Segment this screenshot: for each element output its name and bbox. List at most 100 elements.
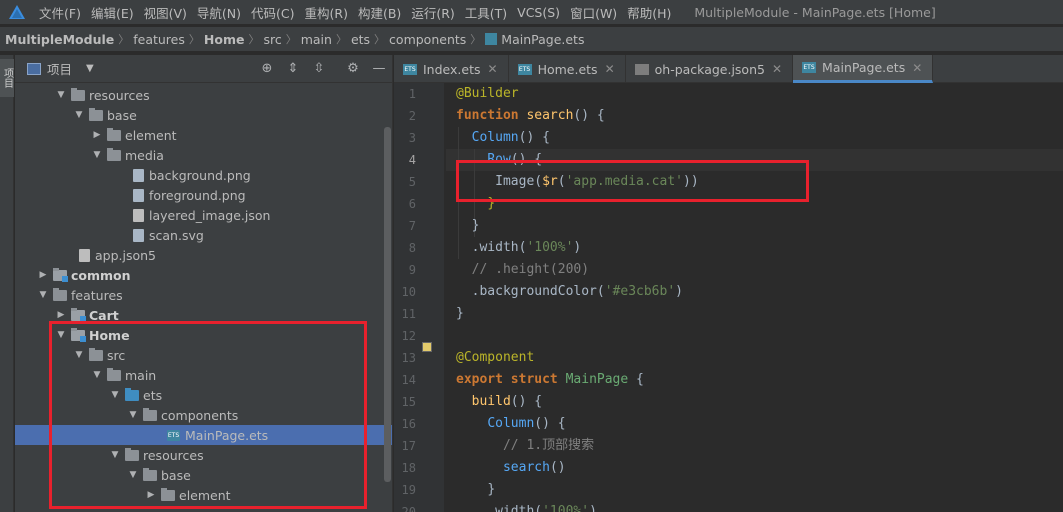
line-number: 9 [408, 263, 416, 277]
tab-label: oh-package.json5 [654, 61, 765, 77]
breadcrumb-item[interactable]: MultipleModule [5, 32, 114, 47]
chevron-down-icon[interactable]: ▼ [73, 110, 85, 120]
json-file-icon [133, 208, 144, 222]
project-panel-title[interactable]: 项目 [47, 59, 72, 78]
chevron-right-icon[interactable]: ▶ [55, 310, 67, 320]
ets-file-icon: ETS [802, 62, 817, 73]
tree-item-media[interactable]: ▼ media [15, 145, 392, 165]
breadcrumb-item[interactable]: features [133, 32, 185, 47]
line-number: 2 [408, 109, 416, 123]
menu-navigate[interactable]: 导航(N) [192, 3, 246, 22]
chevron-down-icon[interactable]: ▼ [91, 150, 103, 160]
tree-item-features[interactable]: ▼ features [15, 285, 392, 305]
tree-item-foreground-png[interactable]: foreground.png [15, 185, 392, 205]
code-editor: ETS Index.ets ✕ ETS Home.ets ✕ oh-packag… [394, 55, 1063, 512]
code-line-20: .width('100%') [487, 504, 597, 512]
tree-item-label: app.json5 [95, 247, 157, 263]
close-icon[interactable]: ✕ [488, 62, 498, 76]
close-icon[interactable]: ✕ [912, 61, 922, 75]
close-icon[interactable]: ✕ [605, 62, 615, 76]
breadcrumb-item[interactable]: ets [351, 32, 370, 47]
tab-label: Index.ets [423, 61, 481, 77]
line-number: 4 [408, 153, 416, 167]
ets-file-icon [485, 33, 498, 45]
folder-icon [107, 147, 121, 161]
tab-label: MainPage.ets [822, 60, 906, 75]
tree-item-label: background.png [149, 167, 251, 183]
chevron-down-icon[interactable]: ▼ [55, 90, 67, 100]
chevron-down-icon[interactable]: ▼ [86, 63, 94, 74]
menu-vcs[interactable]: VCS(S) [512, 5, 565, 20]
breadcrumb-item[interactable]: main [301, 32, 332, 47]
chevron-right-icon: 〉 [285, 33, 297, 46]
tree-item-base[interactable]: ▼ base [15, 105, 392, 125]
code-line-19: } [487, 482, 496, 497]
chevron-right-icon: 〉 [118, 33, 130, 46]
tree-item-layered-image-json[interactable]: layered_image.json [15, 205, 392, 225]
chevron-right-icon[interactable]: ▶ [91, 130, 103, 140]
menu-edit[interactable]: 编辑(E) [86, 3, 139, 22]
menu-tools[interactable]: 工具(T) [460, 3, 512, 22]
expand-all-icon[interactable]: ⇕ [285, 61, 301, 77]
breadcrumb-item[interactable]: MainPage.ets [501, 32, 584, 47]
code-line-16: Column() { [487, 416, 566, 431]
tab-mainpage-ets[interactable]: ETS MainPage.ets ✕ [793, 55, 934, 83]
code-line-13: @Component [456, 350, 535, 365]
folder-icon [71, 87, 85, 101]
tree-item-element[interactable]: ▶ element [15, 125, 392, 145]
code-line-7: } [471, 218, 480, 233]
collapse-all-icon[interactable]: ⇳ [311, 61, 327, 77]
tree-item-app-json5[interactable]: app.json5 [15, 245, 392, 265]
chevron-right-icon[interactable]: ▶ [37, 270, 49, 280]
chevron-down-icon[interactable]: ▼ [37, 290, 49, 300]
tab-index-ets[interactable]: ETS Index.ets ✕ [394, 55, 509, 83]
line-number: 19 [401, 483, 416, 497]
breadcrumb-item[interactable]: Home [204, 32, 245, 47]
menu-code[interactable]: 代码(C) [246, 3, 299, 22]
folder-icon [53, 287, 67, 301]
tab-oh-package-json5[interactable]: oh-package.json5 ✕ [626, 55, 794, 83]
breadcrumb-item[interactable]: components [389, 32, 466, 47]
tree-item-background-png[interactable]: background.png [15, 165, 392, 185]
json-file-icon [634, 63, 649, 75]
tree-scrollbar[interactable] [384, 127, 391, 482]
image-file-icon [133, 188, 144, 202]
menu-window[interactable]: 窗口(W) [565, 3, 622, 22]
chevron-right-icon: 〉 [248, 33, 260, 46]
menu-view[interactable]: 视图(V) [139, 3, 192, 22]
code-area[interactable]: @Builder function search() { Column() { … [446, 83, 1063, 512]
project-panel: 项目 ▼ ⊕ ⇕ ⇳ ⚙ — ▼ resources ▼ base ▶ element… [15, 55, 393, 512]
editor-tab-bar: ETS Index.ets ✕ ETS Home.ets ✕ oh-packag… [394, 55, 1063, 83]
tree-item-common[interactable]: ▶ common [15, 265, 392, 285]
menu-file[interactable]: 文件(F) [34, 3, 86, 22]
menu-help[interactable]: 帮助(H) [622, 3, 676, 22]
tree-item-label: media [125, 147, 164, 163]
locate-icon[interactable]: ⊕ [259, 61, 275, 77]
app-logo-icon [0, 0, 34, 24]
ets-file-icon: ETS [517, 63, 532, 75]
line-number: 13 [401, 351, 416, 365]
line-number: 3 [408, 131, 416, 145]
annotation-highlight-box [49, 321, 367, 509]
minimize-icon[interactable]: — [371, 61, 387, 77]
menu-bar: 文件(F) 编辑(E) 视图(V) 导航(N) 代码(C) 重构(R) 构建(B… [0, 0, 1063, 24]
menu-refactor[interactable]: 重构(R) [300, 3, 353, 22]
tree-item-label: layered_image.json [149, 207, 271, 223]
menu-build[interactable]: 构建(B) [353, 3, 406, 22]
module-folder-icon [71, 307, 86, 322]
close-icon[interactable]: ✕ [772, 62, 782, 76]
menu-run[interactable]: 运行(R) [406, 3, 459, 22]
window-title: MultipleModule - MainPage.ets [Home] [694, 4, 936, 20]
code-line-18: search() [502, 460, 566, 475]
chevron-right-icon: 〉 [374, 33, 386, 46]
project-tool-tab[interactable]: 项目 [0, 59, 14, 97]
tree-item-resources[interactable]: ▼ resources [15, 85, 392, 105]
breadcrumb-item[interactable]: src [263, 32, 281, 47]
color-preview-swatch[interactable] [422, 342, 432, 352]
gear-icon[interactable]: ⚙ [345, 61, 361, 77]
tree-item-scan-svg[interactable]: scan.svg [15, 225, 392, 245]
tab-home-ets[interactable]: ETS Home.ets ✕ [509, 55, 626, 83]
line-number: 5 [408, 175, 416, 189]
line-number: 15 [401, 395, 416, 409]
line-number: 11 [401, 307, 416, 321]
